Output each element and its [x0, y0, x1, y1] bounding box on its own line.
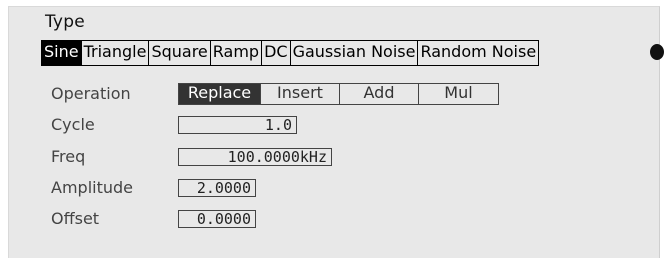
- offset-label: Offset: [51, 209, 100, 228]
- waveform-selector: Sine Triangle Square Ramp DC Gaussian No…: [41, 40, 540, 66]
- operation-mul-button[interactable]: Mul: [418, 84, 498, 104]
- waveform-square-button[interactable]: Square: [148, 41, 209, 65]
- waveform-random-noise-button[interactable]: Random Noise: [417, 41, 538, 65]
- operation-replace-button[interactable]: Replace: [179, 84, 260, 104]
- waveform-dc-button[interactable]: DC: [261, 41, 290, 65]
- operation-selector: Replace Insert Add Mul: [178, 83, 499, 105]
- section-title: Type: [45, 12, 85, 32]
- amplitude-label: Amplitude: [51, 178, 133, 197]
- freq-label: Freq: [51, 147, 86, 166]
- offset-field[interactable]: 0.0000: [178, 210, 256, 228]
- more-options-icon[interactable]: [650, 44, 664, 60]
- operation-add-button[interactable]: Add: [339, 84, 418, 104]
- operation-label: Operation: [51, 84, 131, 103]
- operation-insert-button[interactable]: Insert: [260, 84, 339, 104]
- waveform-gaussian-noise-button[interactable]: Gaussian Noise: [289, 41, 418, 65]
- cycle-field[interactable]: 1.0: [178, 116, 297, 134]
- waveform-triangle-button[interactable]: Triangle: [80, 41, 149, 65]
- freq-field[interactable]: 100.0000kHz: [178, 148, 332, 166]
- waveform-ramp-button[interactable]: Ramp: [209, 41, 261, 65]
- waveform-sine-button[interactable]: Sine: [42, 41, 81, 65]
- cycle-label: Cycle: [51, 115, 95, 134]
- amplitude-field[interactable]: 2.0000: [178, 179, 256, 197]
